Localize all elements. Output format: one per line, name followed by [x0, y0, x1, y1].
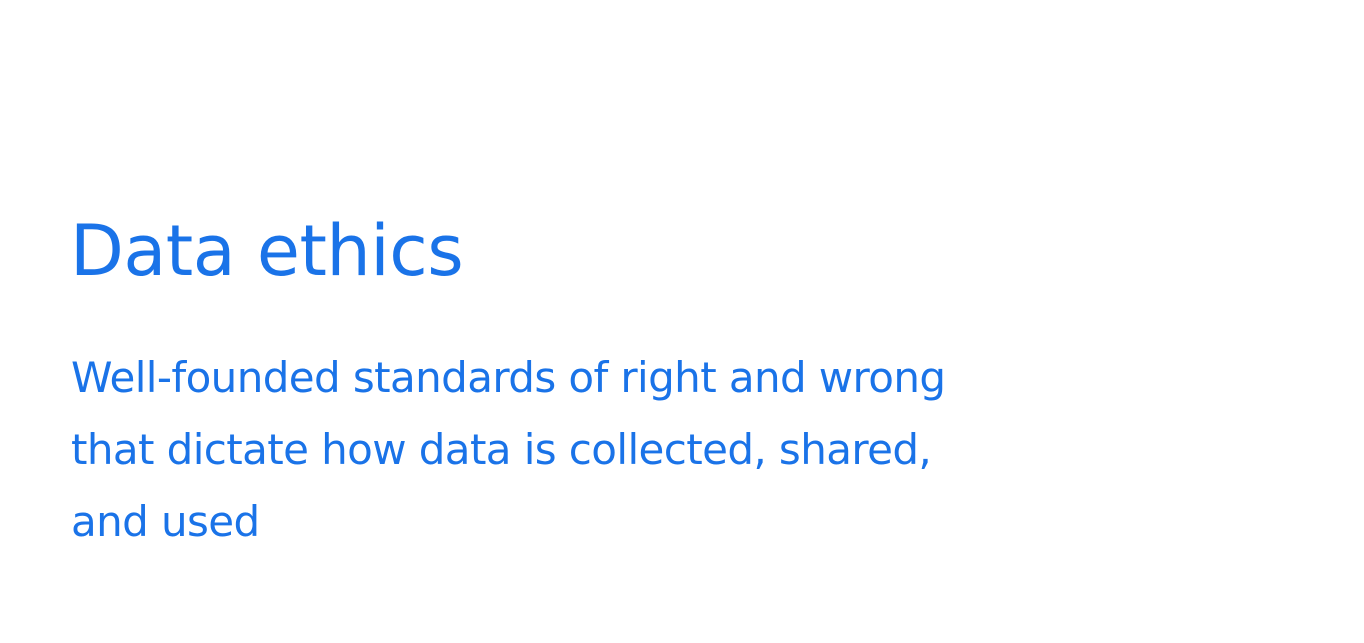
definition-text: Well-founded standards of right and wron… — [71, 342, 1191, 558]
definition-line-3: and used — [71, 497, 260, 546]
slide: Data ethics Well-founded standards of ri… — [0, 0, 1364, 643]
definition-line-2: that dictate how data is collected, shar… — [71, 425, 932, 474]
slide-title: Data ethics — [70, 210, 464, 292]
definition-line-1: Well-founded standards of right and wron… — [71, 353, 946, 402]
